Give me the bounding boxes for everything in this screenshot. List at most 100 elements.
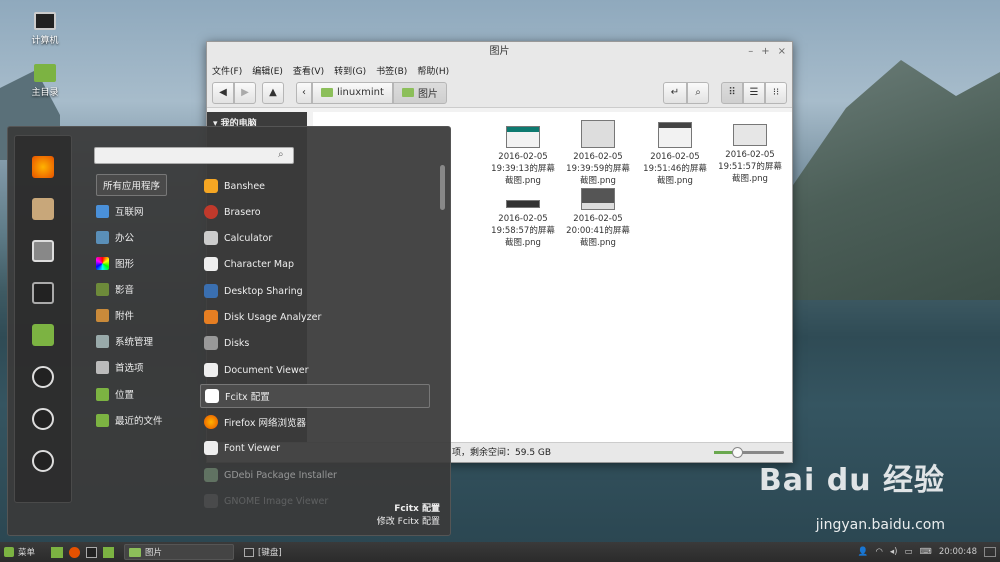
home-folder-icon <box>321 88 333 97</box>
app-description: Fcitx 配置 修改 Fcitx 配置 <box>376 504 440 527</box>
desktop-icon-home[interactable]: 主目录 <box>22 64 68 98</box>
menu-button[interactable]: 菜单 <box>0 544 39 560</box>
category-internet[interactable]: 互联网 <box>96 204 144 218</box>
back-button[interactable]: ◀ <box>212 81 234 104</box>
pictures-folder-icon <box>401 88 414 97</box>
zoom-slider-handle[interactable] <box>732 447 743 458</box>
system-settings-icon[interactable] <box>32 240 54 262</box>
arrow-up-icon: ▲ <box>269 87 277 98</box>
category-administration[interactable]: 系统管理 <box>96 334 153 348</box>
internet-icon <box>96 204 109 218</box>
lock-screen-icon[interactable] <box>32 366 54 388</box>
app-disk-usage-analyzer[interactable]: Disk Usage Analyzer <box>200 305 430 329</box>
files-launcher-icon[interactable] <box>103 546 115 558</box>
menu-file[interactable]: 文件(F) <box>212 64 242 77</box>
image-thumbnail <box>658 122 692 148</box>
maximize-button[interactable]: + <box>761 42 769 62</box>
file-item[interactable]: 2016-02-05 19:39:13的屏幕 截图.png <box>488 126 558 187</box>
category-recent-files[interactable]: 最近的文件 <box>96 413 163 427</box>
app-desktop-sharing[interactable]: Desktop Sharing <box>200 279 430 303</box>
icon-view-button[interactable]: ⠿ <box>721 81 743 104</box>
close-button[interactable]: × <box>778 42 786 62</box>
file-item[interactable]: 2016-02-05 19:51:46的屏幕 截图.png <box>640 122 710 187</box>
category-graphics[interactable]: 图形 <box>96 256 134 270</box>
app-disks[interactable]: Disks <box>200 331 430 355</box>
list-view-button[interactable]: ☰ <box>743 81 765 104</box>
app-font-viewer[interactable]: Font Viewer <box>200 436 430 460</box>
terminal-icon[interactable] <box>32 282 54 304</box>
taskbar: 菜单 图片 [键盘] 👤 ◠ ◂) ▭ ⌨ 20:00:48 <box>0 542 1000 562</box>
volume-icon[interactable]: ◂) <box>890 547 898 557</box>
favorites-panel <box>14 135 72 503</box>
folder-icon <box>129 547 142 557</box>
app-banshee[interactable]: Banshee <box>200 174 430 198</box>
category-preferences[interactable]: 首选项 <box>96 360 144 374</box>
search-button[interactable]: ⌕ <box>687 81 709 104</box>
category-office[interactable]: 办公 <box>96 230 134 244</box>
file-item[interactable]: 2016-02-05 19:51:57的屏幕 截图.png <box>715 124 785 185</box>
file-item[interactable]: 2016-02-05 19:39:59的屏幕 截图.png <box>563 120 633 187</box>
banshee-icon <box>204 179 218 193</box>
keyboard-tray-icon[interactable]: ⌨ <box>920 547 932 557</box>
app-fcitx-config[interactable]: Fcitx 配置 <box>200 384 430 408</box>
menu-help[interactable]: 帮助(H) <box>417 64 449 77</box>
firefox-launcher-icon[interactable] <box>69 546 81 558</box>
desktop-icon-computer[interactable]: 计算机 <box>22 12 68 46</box>
file-item[interactable]: 2016-02-05 19:58:57的屏幕 截图.png <box>488 192 558 249</box>
clock[interactable]: 20:00:48 <box>939 547 977 557</box>
disk-usage-icon <box>204 310 218 324</box>
breadcrumb-left-button[interactable]: ‹ <box>296 81 312 104</box>
show-desktop-icon[interactable] <box>51 546 64 558</box>
files-icon[interactable] <box>32 324 54 346</box>
category-multimedia[interactable]: 影音 <box>96 282 134 296</box>
recent-folder-icon <box>96 413 109 427</box>
workspace-switcher-icon[interactable] <box>984 547 996 557</box>
menu-edit[interactable]: 编辑(E) <box>252 64 283 77</box>
category-all-applications[interactable]: 所有应用程序 <box>96 174 168 196</box>
taskbar-window-pictures[interactable]: 图片 <box>124 544 235 560</box>
app-brasero[interactable]: Brasero <box>200 200 430 224</box>
app-firefox[interactable]: Firefox 网络浏览器 <box>200 410 430 434</box>
toolbar: ◀ ▶ ▲ ‹ linuxmint 图片 ↵ ⌕ ⠿ ☰ ⁝⁝ <box>207 78 792 108</box>
mint-logo-icon <box>4 547 14 557</box>
calculator-icon <box>204 231 218 245</box>
taskbar-window-keyboard[interactable]: [键盘] <box>240 544 286 560</box>
preferences-icon <box>96 360 109 374</box>
logout-icon[interactable] <box>32 408 54 430</box>
breadcrumb-pictures[interactable]: 图片 <box>392 81 447 104</box>
apps-scrollbar[interactable] <box>440 165 445 210</box>
forward-button[interactable]: ▶ <box>234 81 256 104</box>
menu-search-input[interactable] <box>94 147 294 164</box>
menu-bookmarks[interactable]: 书签(B) <box>376 64 407 77</box>
category-accessories[interactable]: 附件 <box>96 308 134 322</box>
category-places[interactable]: 位置 <box>96 387 134 401</box>
menu-go[interactable]: 转到(G) <box>334 64 366 77</box>
arrow-right-icon: ▶ <box>241 87 249 98</box>
background-mountain-right <box>780 60 1000 300</box>
app-document-viewer[interactable]: Document Viewer <box>200 358 430 382</box>
image-viewer-icon <box>204 494 218 508</box>
user-icon[interactable]: 👤 <box>858 547 869 557</box>
window-titlebar[interactable]: 图片 – + × <box>207 42 792 62</box>
app-character-map[interactable]: Character Map <box>200 252 430 276</box>
network-icon[interactable]: ◠ <box>875 547 882 557</box>
zoom-slider[interactable] <box>714 447 784 458</box>
firefox-icon[interactable] <box>32 156 54 178</box>
chevron-left-icon: ‹ <box>302 87 306 98</box>
app-calculator[interactable]: Calculator <box>200 226 430 250</box>
minimize-button[interactable]: – <box>748 42 753 62</box>
compact-view-button[interactable]: ⁝⁝ <box>765 81 787 104</box>
battery-icon[interactable]: ▭ <box>905 547 913 557</box>
toggle-location-button[interactable]: ↵ <box>663 81 687 104</box>
up-button[interactable]: ▲ <box>262 81 284 104</box>
shutdown-icon[interactable] <box>32 450 54 472</box>
breadcrumb-linuxmint[interactable]: linuxmint <box>312 81 393 104</box>
file-item[interactable]: 2016-02-05 20:00:41的屏幕 截图.png <box>563 188 633 249</box>
software-manager-icon[interactable] <box>32 198 54 220</box>
app-gdebi[interactable]: GDebi Package Installer <box>200 463 430 487</box>
brasero-icon <box>204 205 218 219</box>
graphics-icon <box>96 256 109 270</box>
terminal-launcher-icon[interactable] <box>86 546 98 558</box>
menu-view[interactable]: 查看(V) <box>293 64 324 77</box>
baidu-watermark-url: jingyan.baidu.com <box>815 517 945 533</box>
